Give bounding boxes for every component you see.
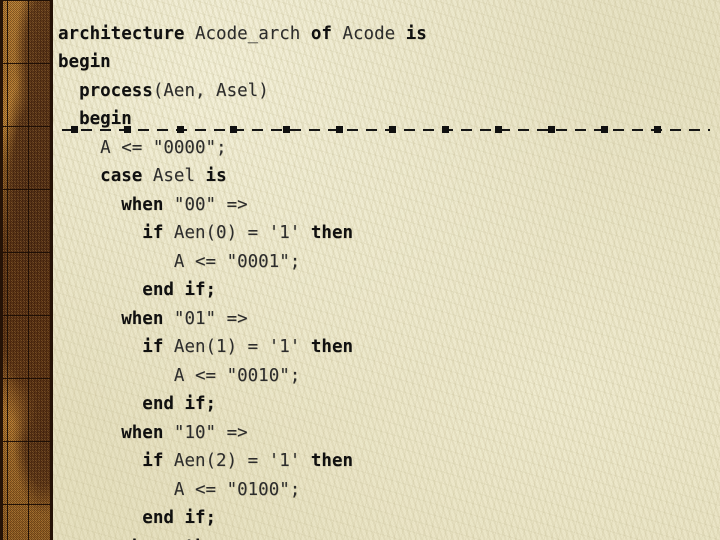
- code-text: A <= "0001";: [58, 251, 301, 272]
- code-text: A <= "0010";: [58, 365, 301, 386]
- side-band-grid-lines: [3, 0, 50, 540]
- code-keyword: of: [310, 23, 332, 44]
- code-line: when "10" =>: [58, 419, 718, 448]
- code-text: "01" =>: [163, 308, 259, 329]
- code-keyword: is: [205, 166, 227, 186]
- code-keyword: when: [121, 194, 164, 215]
- code-text: Acode_arch: [184, 23, 311, 44]
- code-keyword: when: [121, 308, 164, 329]
- code-line: if Aen(2) = '1' then: [58, 447, 718, 476]
- code-line: when others =>: [58, 533, 718, 540]
- code-text: Aen(2) = '1': [163, 451, 311, 471]
- code-line: A <= "0100";: [58, 476, 718, 505]
- code-keyword: if: [142, 451, 164, 471]
- code-line: architecture Acode_arch of Acode is: [58, 20, 718, 49]
- code-line: A <= "0000";: [58, 134, 718, 163]
- code-text: A <= "0000";: [58, 137, 227, 158]
- code-line: end if;: [58, 276, 718, 305]
- code-keyword: if: [142, 223, 164, 243]
- slide-canvas: architecture Acode_arch of Acode is begin…: [0, 0, 720, 540]
- code-text: Acode: [331, 23, 406, 44]
- code-keyword: then: [310, 337, 354, 357]
- code-keyword: architecture: [58, 23, 185, 44]
- code-keyword: begin: [58, 52, 111, 72]
- code-line: A <= "0001";: [58, 248, 718, 277]
- code-keyword: process: [79, 80, 153, 101]
- code-keyword: end if;: [142, 508, 217, 528]
- code-line: if Aen(0) = '1' then: [58, 219, 718, 248]
- code-text: Asel: [142, 166, 206, 186]
- code-keyword: then: [310, 451, 354, 471]
- vhdl-code-block: architecture Acode_arch of Acode is begin…: [58, 20, 718, 540]
- code-text: "00" =>: [163, 194, 259, 215]
- code-line: end if;: [58, 390, 718, 419]
- code-text: "10" =>: [163, 422, 259, 443]
- code-line: A <= "0010";: [58, 362, 718, 391]
- code-line: begin: [58, 48, 718, 77]
- code-keyword: begin: [79, 109, 132, 129]
- code-keyword: when: [121, 422, 164, 443]
- code-text: Aen(1) = '1': [163, 337, 311, 357]
- code-text: A <= "0100";: [58, 479, 301, 500]
- code-keyword: end if;: [142, 394, 217, 414]
- code-line: when "01" =>: [58, 305, 718, 334]
- code-keyword: case: [100, 166, 143, 186]
- code-line: case Asel is: [58, 162, 718, 191]
- code-keyword: is: [405, 23, 427, 44]
- code-line: if Aen(1) = '1' then: [58, 333, 718, 362]
- code-text: Aen(0) = '1': [163, 223, 311, 243]
- code-line: when "00" =>: [58, 191, 718, 220]
- code-line: begin: [58, 105, 718, 134]
- code-keyword: if: [142, 337, 164, 357]
- decorative-side-band: [0, 0, 53, 540]
- code-line: end if;: [58, 504, 718, 533]
- code-keyword: end if;: [142, 280, 217, 300]
- code-line: process(Aen, Asel): [58, 77, 718, 106]
- code-keyword: then: [310, 223, 354, 243]
- code-text: (Aen, Asel): [152, 80, 269, 101]
- code-keyword: when others =>: [121, 537, 279, 540]
